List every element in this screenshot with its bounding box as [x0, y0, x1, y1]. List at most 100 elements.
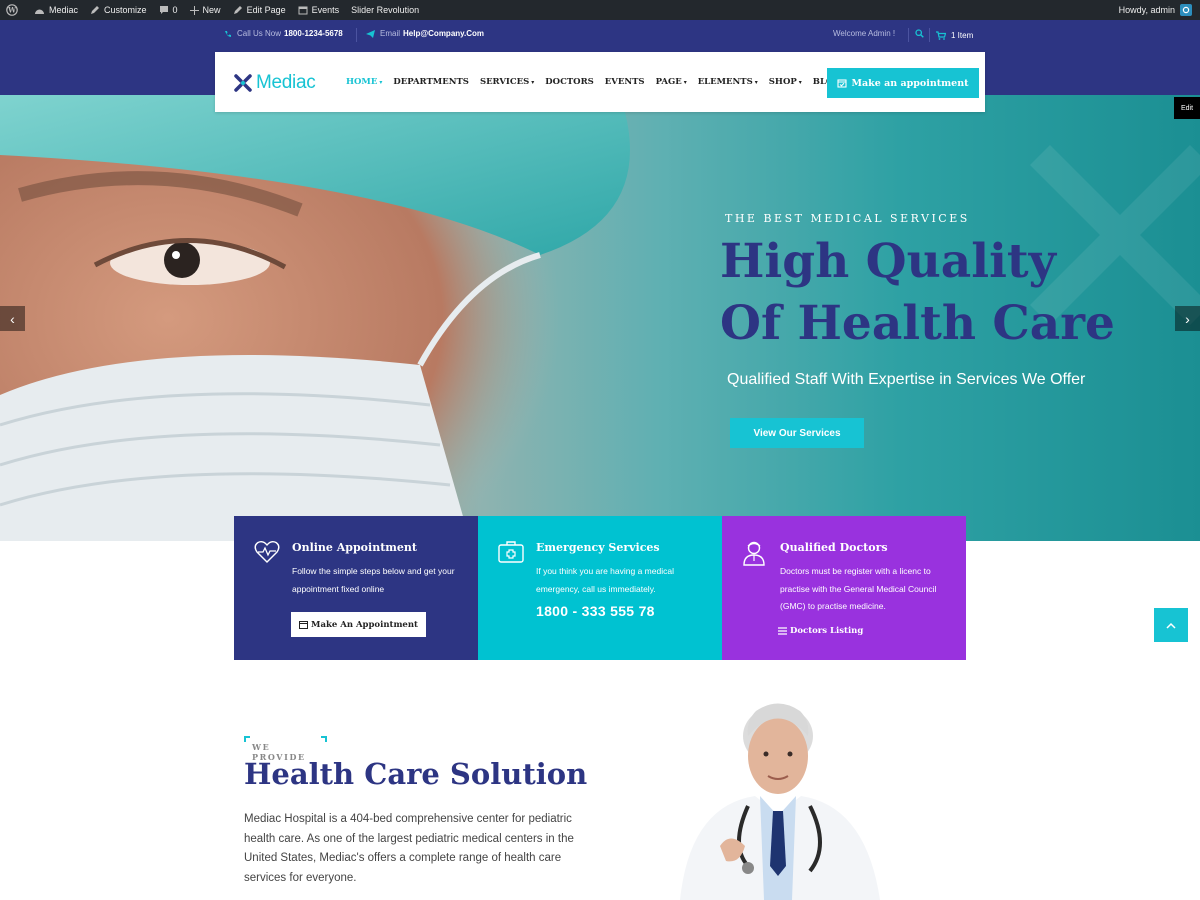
divider — [908, 28, 909, 42]
feature-title: Emergency Services — [536, 541, 660, 554]
feature-emergency-services: Emergency Services If you think you are … — [478, 516, 722, 660]
make-an-appointment-button[interactable]: Make An Appointment — [291, 612, 426, 637]
cart-icon — [936, 31, 946, 40]
surgeon-image — [0, 95, 630, 541]
logo-cross-icon — [234, 74, 252, 92]
cart-button[interactable]: 1 Item — [936, 31, 973, 40]
new-label: New — [202, 5, 221, 15]
make-appointment-button[interactable]: Make an appointment — [827, 68, 979, 98]
events-label: Events — [311, 5, 340, 15]
nav-label: HOME — [346, 77, 378, 87]
comment-icon — [159, 6, 168, 14]
hero-tagline: Qualified Staff With Expertise in Servic… — [727, 371, 1086, 388]
email-label: Email — [380, 29, 401, 38]
hero-title: High Quality Of Health Care — [720, 231, 1160, 355]
list-icon — [778, 627, 787, 635]
comments-link[interactable]: 0 — [153, 0, 184, 20]
paper-plane-icon — [366, 29, 375, 38]
phone-number[interactable]: 1800-1234-5678 — [284, 29, 343, 38]
gauge-icon — [35, 9, 44, 14]
phone-icon — [225, 30, 231, 37]
nav-item-page[interactable]: PAGE ▾ — [656, 77, 687, 87]
site-name-link[interactable]: Mediac — [28, 0, 84, 20]
customize-label: Customize — [104, 5, 147, 15]
hero-subtitle: THE BEST MEDICAL SERVICES — [725, 212, 970, 225]
nav-item-departments[interactable]: DEPARTMENTS — [393, 77, 469, 87]
slider-prev-button[interactable]: ‹ — [0, 306, 25, 331]
user-icon — [1182, 6, 1190, 14]
nav-item-elements[interactable]: ELEMENTS ▾ — [698, 77, 758, 87]
calendar-icon — [299, 621, 309, 629]
emergency-phone[interactable]: 1800 - 333 555 78 — [536, 603, 655, 619]
account-menu[interactable]: Howdy, admin — [1119, 4, 1200, 16]
wordpress-menu[interactable]: W — [0, 0, 28, 20]
svg-text:W: W — [7, 6, 16, 15]
doctor-icon — [743, 541, 765, 566]
nav-label: EVENTS — [604, 77, 645, 87]
edit-page-link[interactable]: Edit Page — [227, 0, 292, 20]
divider — [356, 28, 357, 42]
nav-item-doctors[interactable]: DOCTORS — [545, 77, 593, 87]
feature-online-appointment: Online Appointment Follow the simple ste… — [234, 516, 478, 660]
feature-text: Follow the simple steps below and get yo… — [292, 566, 455, 594]
cart-label: 1 Item — [951, 31, 974, 40]
nav-item-events[interactable]: EVENTS — [605, 77, 645, 87]
nav-label: ELEMENTS — [697, 77, 753, 87]
nav-label: DEPARTMENTS — [393, 77, 469, 87]
plus-icon — [189, 5, 199, 15]
feature-qualified-doctors: Qualified Doctors Doctors must be regist… — [722, 516, 966, 660]
doctors-listing-link[interactable]: Doctors Listing — [778, 626, 863, 636]
customize-link[interactable]: Customize — [84, 0, 153, 20]
search-icon — [915, 29, 924, 38]
hero-slider: THE BEST MEDICAL SERVICES High Quality O… — [0, 95, 1200, 541]
medical-kit-icon — [498, 541, 524, 563]
calendar-icon — [298, 6, 308, 15]
edit-page-label: Edit Page — [246, 5, 286, 15]
call-info: Call Us Now 1800-1234-5678 — [224, 29, 343, 38]
link-label: Doctors Listing — [790, 626, 864, 636]
section-text: Mediac Hospital is a 404-bed comprehensi… — [244, 813, 574, 884]
feature-text: If you think you are having a medical em… — [536, 566, 674, 594]
events-link[interactable]: Events — [292, 0, 346, 20]
hero-title-line-1: High Quality — [720, 234, 1056, 289]
back-to-top-button[interactable] — [1154, 608, 1188, 642]
feature-title: Online Appointment — [292, 541, 417, 554]
chevron-left-icon: ‹ — [10, 310, 15, 327]
feature-title: Qualified Doctors — [780, 541, 888, 554]
wordpress-icon: W — [6, 4, 18, 16]
caret-down-icon: ▾ — [798, 79, 802, 86]
admin-bar: W Mediac Customize 0 New Edit Page Event… — [0, 0, 1200, 20]
divider — [929, 28, 930, 42]
nav-label: DOCTORS — [545, 77, 594, 87]
nav-item-shop[interactable]: SHOP ▾ — [769, 77, 802, 87]
email-address[interactable]: Help@Company.Com — [403, 29, 484, 38]
section-title: Health Care Solution — [244, 757, 588, 791]
slider-label: Slider Revolution — [351, 5, 420, 15]
nav-item-home[interactable]: HOME ▾ — [346, 77, 382, 87]
slider-link[interactable]: Slider Revolution — [345, 0, 425, 20]
pencil-icon — [233, 6, 242, 14]
site-name: Mediac — [49, 5, 79, 15]
welcome-text: Welcome Admin ! — [833, 29, 896, 38]
comments-count: 0 — [172, 5, 178, 15]
new-link[interactable]: New — [184, 0, 227, 20]
logo-text: Mediac — [256, 72, 316, 93]
slider-next-button[interactable]: › — [1175, 306, 1200, 331]
corner-decoration — [244, 736, 250, 742]
view-services-button[interactable]: View Our Services — [730, 418, 864, 448]
section-eyebrow: WE PROVIDE — [244, 736, 327, 762]
logo[interactable]: Mediac — [234, 72, 316, 94]
caret-down-icon: ▾ — [754, 79, 758, 86]
caret-down-icon: ▾ — [379, 79, 383, 86]
nav-label: PAGE — [655, 77, 682, 87]
chevron-right-icon: › — [1185, 310, 1190, 327]
calendar-check-icon — [837, 79, 848, 88]
appointment-label: Make an appointment — [851, 77, 969, 89]
howdy-label: Howdy, admin — [1118, 5, 1175, 15]
edit-slider-button[interactable]: Edit — [1174, 97, 1200, 119]
heart-pulse-icon — [254, 540, 280, 563]
call-label: Call Us Now — [237, 29, 282, 38]
search-button[interactable] — [915, 29, 929, 38]
nav-item-services[interactable]: SERVICES ▾ — [480, 77, 534, 87]
pencil-icon — [91, 6, 100, 14]
